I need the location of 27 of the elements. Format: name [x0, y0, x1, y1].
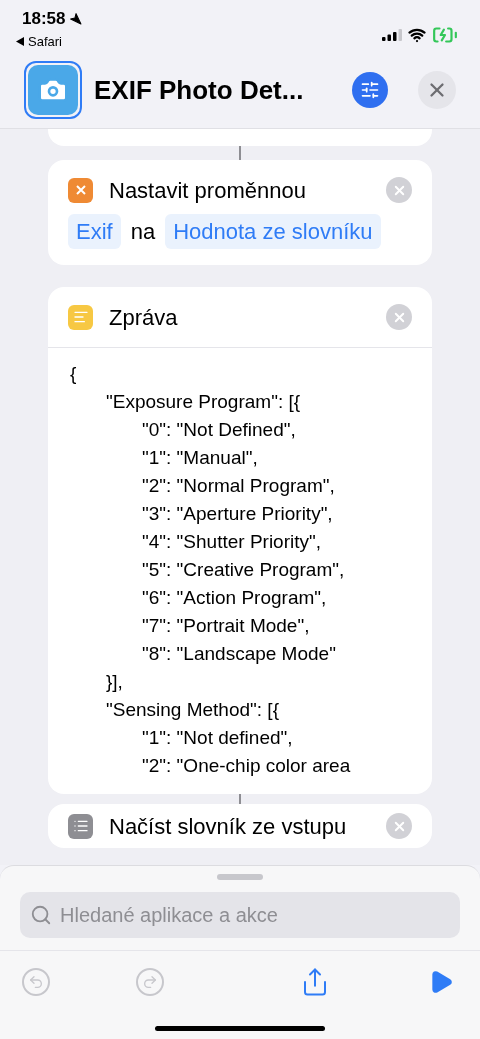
remove-button[interactable]: [386, 813, 412, 839]
message-text[interactable]: { "Exposure Program": [{ "0": "Not Defined", "1": "Manual", "2": "Normal Program", "3": "Aperture Priority", "4": "Shutter Priority", "5": "Creative Program", "6": "Action Program", "7": "Portrait Mode", "8": "Landscape Mode" }], "Sensing Method": [{ "1": "Not defined", "2": "One-chip color area: [70, 360, 410, 780]
back-to-app-link[interactable]: Safari: [28, 31, 62, 51]
variable-icon: [68, 177, 93, 203]
time: 18:58: [22, 8, 66, 30]
remove-button[interactable]: [386, 304, 412, 330]
action-title: Zpráva: [109, 303, 179, 332]
camera-app-icon: [24, 61, 82, 119]
search-field[interactable]: Hledané aplikace a akce: [20, 892, 460, 938]
back-arrow-icon: [16, 36, 24, 46]
close-button[interactable]: [418, 71, 456, 109]
settings-button[interactable]: [352, 72, 388, 108]
action-title: Načíst slovník ze vstupu: [109, 812, 348, 841]
connector-word: na: [129, 218, 157, 246]
signal-icon: [382, 29, 402, 41]
location-icon: [69, 12, 83, 26]
text-icon: [68, 304, 93, 330]
search-icon: [30, 904, 52, 926]
redo-icon: [142, 973, 158, 990]
action-title: Nastavit proměnnou: [109, 176, 307, 205]
remove-button[interactable]: [386, 177, 412, 203]
wifi-icon: [408, 26, 426, 44]
undo-icon: [28, 973, 44, 990]
shortcut-title: EXIF Photo Det...: [94, 73, 305, 107]
sheet-grabber[interactable]: [217, 874, 263, 880]
sliders-icon: [360, 80, 380, 100]
list-icon: [68, 813, 93, 839]
